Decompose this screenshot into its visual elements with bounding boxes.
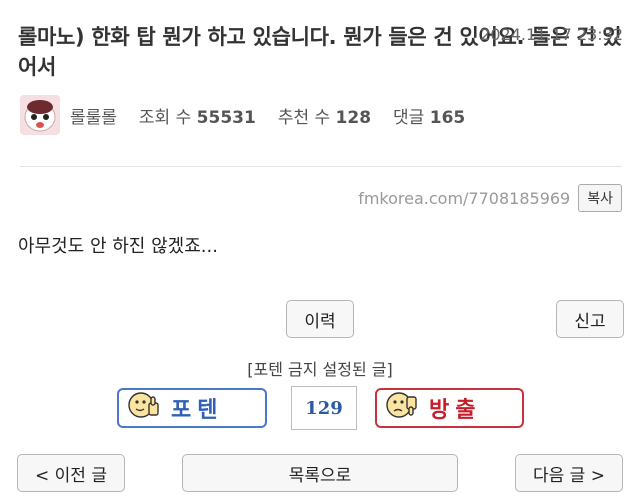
comments-label: 댓글 [393, 107, 425, 128]
downvote-button[interactable]: 방출 [375, 388, 524, 428]
copy-url-button[interactable]: 복사 [578, 184, 622, 212]
views-label: 조회 수 [138, 107, 192, 128]
post-header: 2024.11.17 23:32 롤마노) 한화 탑 뭔가 하고 있습니다. 뭔… [18, 22, 623, 82]
upvote-button[interactable]: 포텐 [117, 388, 267, 428]
post-meta: 롤룰롤 조회 수 55531 추천 수 128 댓글 165 [20, 94, 465, 136]
potential-ban-notice: [포텐 금지 설정된 글] [247, 360, 393, 379]
report-button[interactable]: 신고 [556, 300, 624, 338]
comments-count: 165 [429, 107, 466, 128]
next-post-button[interactable]: 다음 글 > [515, 454, 623, 492]
views: 조회 수 55531 [139, 103, 256, 128]
post-content: 아무것도 안 하진 않겠죠... [18, 236, 218, 257]
thumbs-up-face-icon [127, 389, 161, 427]
downvote-label: 방출 [429, 398, 482, 423]
post-url[interactable]: fmkorea.com/7708185969 [358, 189, 570, 208]
comments: 댓글 165 [393, 103, 465, 128]
recommend: 추천 수 128 [278, 103, 371, 128]
vote-count: 129 [291, 386, 357, 430]
prev-post-button[interactable]: < 이전 글 [17, 454, 125, 492]
avatar[interactable] [20, 95, 60, 135]
views-count: 55531 [196, 107, 256, 128]
post-url-row: fmkorea.com/7708185969 복사 [358, 184, 622, 212]
thumbs-down-face-icon [385, 389, 419, 427]
post-date: 2024.11.17 23:32 [480, 25, 623, 44]
upvote-label: 포텐 [171, 398, 224, 423]
recommend-label: 추천 수 [277, 107, 331, 128]
author-name[interactable]: 롤룰롤 [70, 103, 117, 128]
back-to-list-button[interactable]: 목록으로 [182, 454, 458, 492]
divider [20, 166, 622, 167]
history-button[interactable]: 이력 [286, 300, 354, 338]
recommend-count: 128 [335, 107, 372, 128]
